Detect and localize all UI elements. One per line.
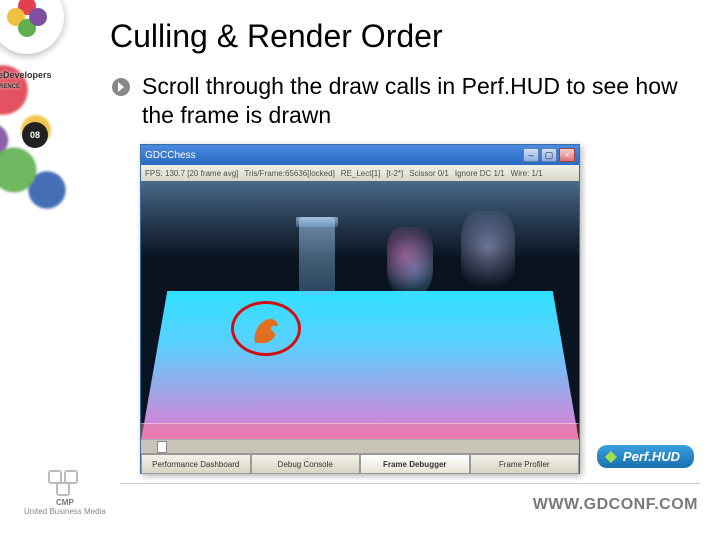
rook-piece [299, 217, 335, 295]
tab-performance-dashboard[interactable]: Performance Dashboard [141, 454, 251, 474]
cmp-mark-icon [48, 470, 82, 496]
wire-readout: Wire: 1/1 [511, 169, 543, 178]
minimize-button[interactable]: – [523, 148, 539, 162]
td-readout: [t-2*] [386, 169, 403, 178]
cmp-text: CMP [24, 498, 106, 507]
bullet-text: Scroll through the draw calls in Perf.HU… [142, 72, 690, 130]
slide-root: GameDevelopers CONFERENCE 08 Culling & R… [0, 0, 720, 540]
highlight-circle-icon [231, 301, 301, 356]
gdconf-url: WWW.GDCONF.COM [533, 496, 698, 514]
conference-name-text: GameDevelopers [0, 70, 52, 80]
perfhud-toolbar: FPS: 130.7 [20 frame avg] Tris/Frame:656… [141, 165, 579, 181]
drawcall-slider[interactable] [141, 440, 579, 454]
cmp-logo: CMP United Business Media [24, 470, 106, 516]
perfhud-window: GDCChess – ▢ × FPS: 130.7 [20 frame avg]… [140, 144, 580, 474]
perfhud-viewport[interactable] [141, 181, 579, 441]
tab-debug-console[interactable]: Debug Console [251, 454, 361, 474]
body-content: Scroll through the draw calls in Perf.HU… [112, 72, 690, 130]
chess-board [141, 291, 579, 441]
perfhud-badge: Perf.HUD [597, 445, 694, 468]
re-readout: RE_Lect[1] [341, 169, 381, 178]
conference-subline: CONFERENCE [0, 84, 20, 90]
window-title-text: GDCChess [145, 150, 196, 161]
play-bullet-icon [112, 78, 130, 96]
window-titlebar[interactable]: GDCChess – ▢ × [141, 145, 579, 165]
perfhud-bottom: Performance Dashboard Debug Console Fram… [141, 439, 579, 473]
tab-frame-debugger[interactable]: Frame Debugger [360, 454, 470, 474]
footer-rule [120, 483, 700, 484]
scissor-readout: Scissor 0/1 [409, 169, 449, 178]
tab-frame-profiler[interactable]: Frame Profiler [470, 454, 580, 474]
left-decoration: GameDevelopers CONFERENCE 08 [0, 0, 100, 510]
cmp-subtext: United Business Media [24, 507, 106, 516]
close-button[interactable]: × [559, 148, 575, 162]
conference-name: GameDevelopers CONFERENCE [0, 70, 52, 90]
ghost-piece-2 [461, 211, 515, 299]
perfhud-tabs: Performance Dashboard Debug Console Fram… [141, 454, 579, 474]
page-title: Culling & Render Order [110, 18, 443, 55]
bullet-row: Scroll through the draw calls in Perf.HU… [112, 72, 690, 130]
year-badge: 08 [22, 122, 48, 148]
tris-readout: Tris/Frame:65636[locked] [244, 169, 334, 178]
ghost-piece-1 [387, 227, 433, 297]
ignore-readout: Ignore DC 1/1 [455, 169, 505, 178]
maximize-button[interactable]: ▢ [541, 148, 557, 162]
slider-thumb[interactable] [157, 441, 167, 453]
fps-readout: FPS: 130.7 [20 frame avg] [145, 169, 238, 178]
